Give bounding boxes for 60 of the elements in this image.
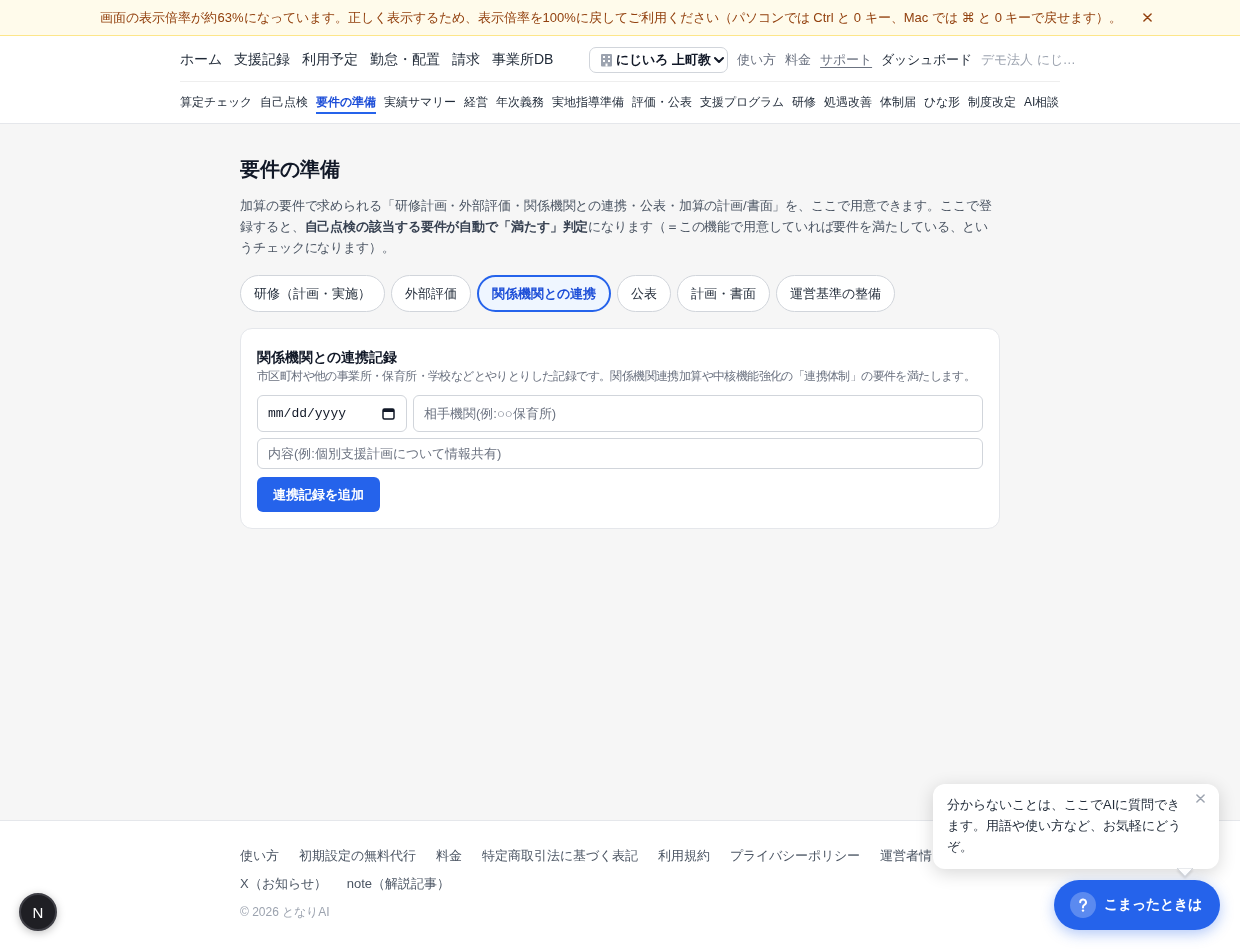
subnav-link[interactable]: 制度改定: [968, 91, 1016, 114]
building-icon: [600, 53, 614, 67]
nav-link[interactable]: 支援記録: [234, 51, 290, 69]
footer-link[interactable]: 使い方: [240, 846, 279, 866]
section-tab[interactable]: 外部評価: [391, 275, 471, 312]
footer-link[interactable]: プライバシーポリシー: [730, 846, 860, 866]
banner-message: 画面の表示倍率が約63%になっています。正しく表示するため、表示倍率を100%に戻してご利用ください（パソコンでは Ctrl と 0 キー、Mac では ⌘ と 0 キーで戻せます）。: [100, 8, 1123, 27]
header-link[interactable]: 使い方: [737, 51, 777, 69]
nav-link[interactable]: ホーム: [180, 51, 222, 69]
footer-link[interactable]: 料金: [436, 846, 462, 866]
subnav-link[interactable]: 体制届: [880, 91, 916, 114]
header-link[interactable]: ダッシュボード: [881, 51, 973, 69]
nav-link[interactable]: 請求: [452, 51, 480, 69]
subnav-link[interactable]: 年次義務: [496, 91, 544, 114]
section-tab[interactable]: 関係機関との連携: [477, 275, 611, 312]
header-link[interactable]: 料金: [785, 51, 812, 69]
header-link[interactable]: サポート: [820, 51, 873, 69]
date-field[interactable]: mm/dd/yyyy: [257, 395, 407, 432]
partner-field[interactable]: 相手機関(例:○○保育所): [413, 395, 983, 432]
footer-link[interactable]: 運営者情: [880, 846, 932, 866]
nav-link[interactable]: 勤怠・配置: [370, 51, 440, 69]
footer-link[interactable]: 特定商取引法に基づく表記: [482, 846, 638, 866]
subnav-link[interactable]: 経営: [464, 91, 488, 114]
nav-link[interactable]: 利用予定: [302, 51, 358, 69]
copyright-text: © 2026 となりAI: [240, 904, 331, 920]
help-button[interactable]: こまったときは: [1054, 880, 1220, 930]
subnav-link[interactable]: 支援プログラム: [700, 91, 784, 114]
add-record-button[interactable]: 連携記録を追加: [257, 477, 380, 512]
bubble-message: 分からないことは、ここでAIに質問できます。用語や使い方など、お気軽にどうぞ。: [947, 796, 1182, 856]
subnav-link[interactable]: 要件の準備: [316, 91, 376, 114]
footer-link[interactable]: note（解説記事）: [346, 874, 450, 894]
card-title: 関係機関との連携記録: [257, 348, 398, 367]
subnav-link[interactable]: 処遇改善: [824, 91, 872, 114]
section-tab[interactable]: 運営基準の整備: [776, 275, 895, 312]
question-circle-icon: [1070, 892, 1096, 918]
subnav-link[interactable]: 自己点検: [260, 91, 308, 114]
section-tab[interactable]: 計画・書面: [677, 275, 770, 312]
content-field[interactable]: 内容(例:個別支援計画について情報共有): [257, 438, 983, 469]
page-title: 要件の準備: [240, 157, 341, 182]
subnav-link[interactable]: ひな形: [924, 91, 960, 114]
subnav-link[interactable]: AI相談: [1024, 91, 1060, 114]
subnav-link[interactable]: 実績サマリー: [384, 91, 456, 114]
chevron-down-icon: [714, 56, 725, 64]
footer-link[interactable]: 利用規約: [658, 846, 710, 866]
card-subtitle: 市区町村や他の事業所・保育所・学校などとやりとりした記録です。関係機関連携加算や中核機能強化の「連携体制」の要件を満たします。: [257, 368, 977, 385]
close-icon: [1142, 13, 1152, 22]
footer-link[interactable]: 初期設定の無料代行: [299, 846, 416, 866]
section-tab[interactable]: 公表: [617, 275, 671, 312]
close-icon: [1196, 794, 1205, 803]
footer-link[interactable]: X（お知らせ）: [240, 874, 327, 894]
section-tab[interactable]: 研修（計画・実施）: [240, 275, 385, 312]
nav-link[interactable]: 事業所DB: [492, 51, 554, 69]
page-description: 加算の要件で求められる「研修計画・外部評価・関係機関との連携・公表・加算の計画/書面」を、ここで用意できます。ここで登録すると、自己点検の該当する要件が自動で「満たす」判定になります（＝この機能で用意していれば要件を満たしている、というチェックになります）。: [240, 197, 993, 257]
subnav-link[interactable]: 実地指導準備: [552, 91, 624, 114]
facility-select[interactable]: にじいろ 上町教: [589, 47, 729, 73]
subnav-link[interactable]: 研修: [792, 91, 816, 114]
close-button[interactable]: [1140, 11, 1154, 24]
subnav-link[interactable]: 算定チェック: [180, 91, 252, 114]
subnav-link[interactable]: 評価・公表: [632, 91, 692, 114]
calendar-icon[interactable]: [382, 407, 395, 420]
